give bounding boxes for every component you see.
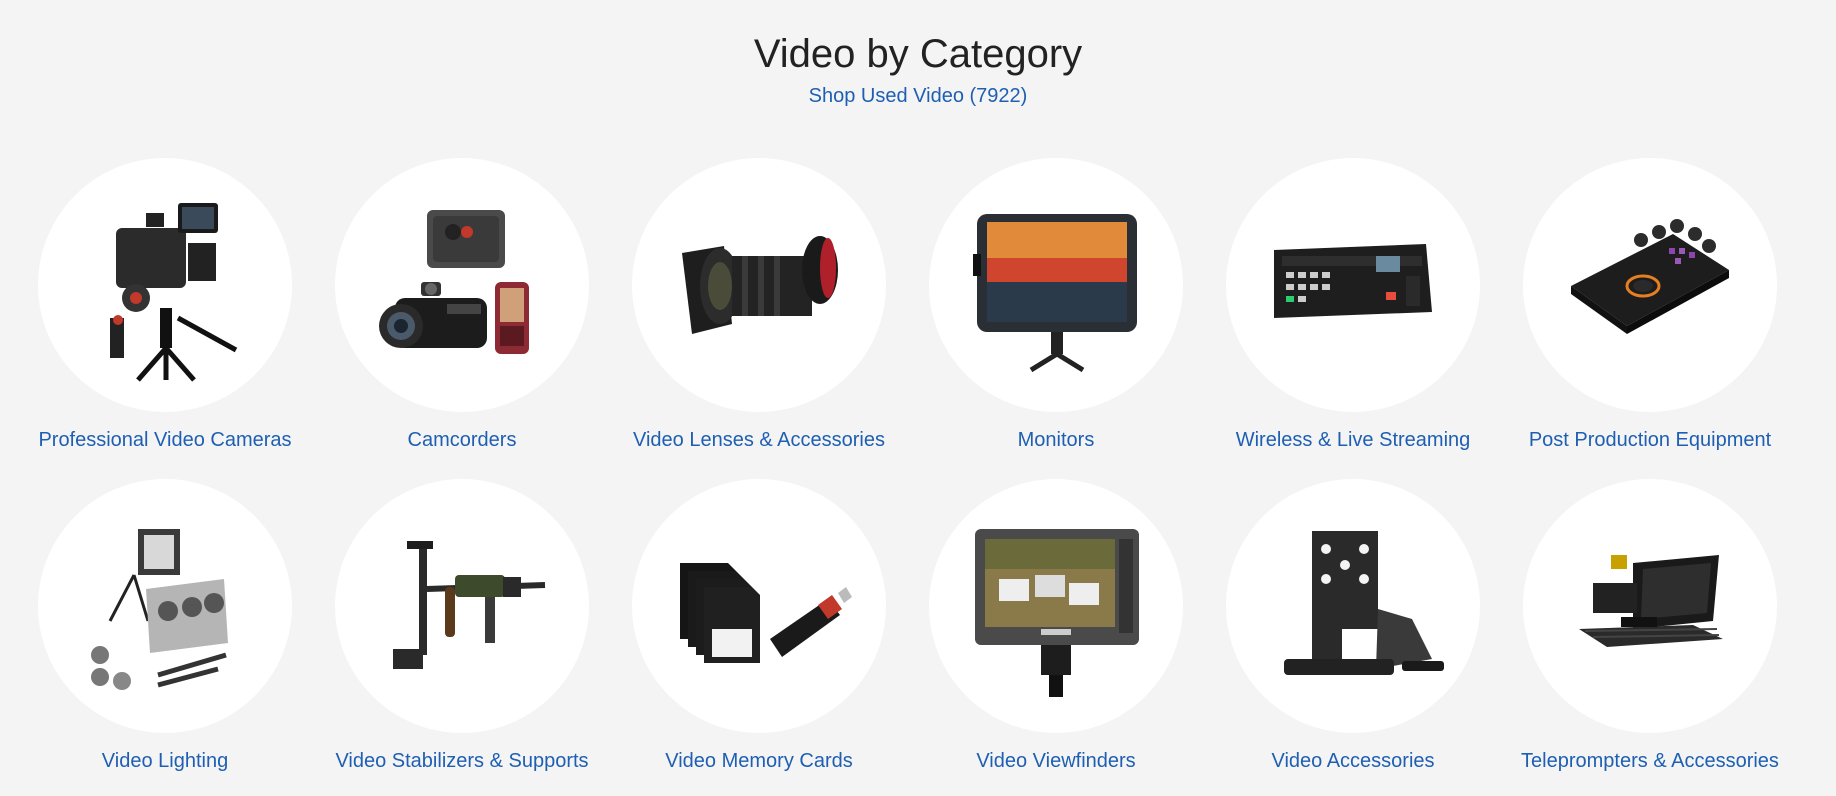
category-image [1226,479,1480,733]
category-image [38,158,292,412]
category-label: Video Stabilizers & Supports [335,750,589,772]
category-video-stabilizers-supports[interactable]: Video Stabilizers & Supports [297,479,594,779]
mounting-bracket-icon [1284,531,1444,675]
category-grid: Professional Video Cameras Camcorders Vi… [0,0,1836,796]
video-switcher-icon [1274,244,1432,318]
category-label: Wireless & Live Streaming [1235,429,1471,451]
category-video-lighting[interactable]: Video Lighting [0,479,297,779]
category-video-viewfinders[interactable]: Video Viewfinders [891,479,1188,779]
category-image [335,479,589,733]
category-image [335,158,589,412]
category-image [929,479,1183,733]
category-label: Camcorders [407,429,517,451]
category-monitors[interactable]: Monitors [891,158,1188,458]
category-image [1226,158,1480,412]
viewfinder-monitor-icon [975,529,1139,697]
category-label: Video Accessories [1271,750,1435,772]
category-video-accessories[interactable]: Video Accessories [1188,479,1485,779]
category-image [632,158,886,412]
category-label: Monitors [1017,429,1095,451]
camcorder-icon [379,210,529,354]
category-video-lenses-accessories[interactable]: Video Lenses & Accessories [594,158,891,458]
teleprompter-icon [1579,555,1723,647]
category-label: Video Lighting [101,750,229,772]
stabilizer-icon [393,541,546,669]
category-page: Video by Category Shop Used Video (7922) [0,0,1836,796]
category-label: Post Production Equipment [1528,429,1772,451]
category-label: Video Viewfinders [976,750,1136,772]
category-wireless-live-streaming[interactable]: Wireless & Live Streaming [1188,158,1485,458]
cine-lens-icon [682,236,838,334]
cinema-camera-rig-icon [110,203,238,382]
category-label: Video Memory Cards [665,750,853,772]
category-label: Video Lenses & Accessories [632,429,885,451]
category-image [929,158,1183,412]
editing-console-icon [1571,219,1729,334]
memory-card-icon [680,563,852,663]
field-monitor-icon [973,214,1137,373]
category-label: Teleprompters & Accessories [1521,750,1779,772]
category-post-production-equipment[interactable]: Post Production Equipment [1485,158,1782,458]
category-image [38,479,292,733]
category-image [1523,479,1777,733]
category-image [632,479,886,733]
category-professional-video-cameras[interactable]: Professional Video Cameras [0,158,297,458]
category-label: Professional Video Cameras [38,429,292,451]
category-camcorders[interactable]: Camcorders [297,158,594,458]
category-teleprompters-accessories[interactable]: Teleprompters & Accessories [1485,479,1782,779]
category-image [1523,158,1777,412]
lighting-kit-icon [91,529,228,690]
category-video-memory-cards[interactable]: Video Memory Cards [594,479,891,779]
